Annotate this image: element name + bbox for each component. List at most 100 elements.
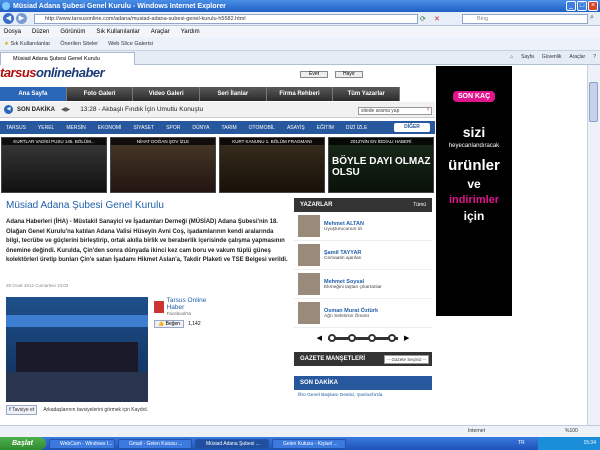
menu-item-file[interactable]: Dosya <box>4 29 21 35</box>
refresh-icon[interactable]: ⟳ <box>420 15 426 23</box>
ad-line2: heyecanlandıracak <box>448 143 500 149</box>
more-categories-button[interactable]: DİĞER <box>394 123 430 132</box>
task-ie-active[interactable]: Müsiad Adana Şubesi ... <box>195 438 269 449</box>
nav-photo-gallery[interactable]: Foto Galeri <box>67 87 134 101</box>
close-button[interactable]: × <box>588 1 598 11</box>
system-tray: TR 15:34 <box>518 437 600 450</box>
cat-spor[interactable]: SPOR <box>160 125 186 131</box>
search-icon[interactable]: ⌕ <box>590 14 594 22</box>
ticker-text[interactable]: 13:28 - Akbaşlı Fındık İçin Umutlu Konuş… <box>80 106 203 113</box>
menu-item-help[interactable]: Yardım <box>181 29 200 35</box>
webslice-gallery-link[interactable]: Web Slice Galerisi <box>108 41 153 47</box>
cat-yerel[interactable]: YEREL <box>32 125 60 131</box>
author-item[interactable]: Mehmet ALTAN Uyuşturucunun izi <box>294 212 432 241</box>
author-pager[interactable]: ◀ ▶ <box>294 328 432 348</box>
language-indicator[interactable]: TR <box>518 437 525 450</box>
zoom-level[interactable]: %100 <box>565 426 578 437</box>
task-gmail[interactable]: Gmail - Gelen Kutusu ... <box>118 438 192 449</box>
fb-like-button[interactable]: 👍 Beğen <box>154 320 185 328</box>
author-name: Şamil TAYYAR <box>324 249 362 256</box>
author-item[interactable]: Şamil TAYYAR Cemaatin ajanları <box>294 241 432 270</box>
cat-dizi[interactable]: DİZİ İZLE <box>340 125 373 131</box>
video-thumb-1[interactable]: KURTLAR VADİSİ PUSU 145. BÖLÜM... <box>1 137 107 193</box>
manset-select[interactable]: -- Gazete Seçiniz -- <box>384 355 429 364</box>
nav-directory[interactable]: Firma Rehberi <box>267 87 334 101</box>
command-safety[interactable]: Güvenlik <box>542 54 561 60</box>
video-thumb-2[interactable]: NİHAT DOĞAN ŞOV İZLE <box>110 137 216 193</box>
cat-siyaset[interactable]: SİYASET <box>127 125 160 131</box>
home-icon[interactable]: ⌂ <box>510 54 513 60</box>
start-button[interactable]: Başlat <box>0 437 46 450</box>
pager-prev-icon[interactable]: ◀ <box>317 334 322 342</box>
ad-line1: sizi <box>462 124 486 140</box>
nav-all-authors[interactable]: Tüm Yazarlar <box>333 87 401 101</box>
task-webcam[interactable]: WebCam - Windows I... <box>49 438 115 449</box>
recommend-signup-text: Arkadaşlarının tavsiyelerini görmek için… <box>43 407 148 413</box>
task-inbox[interactable]: Gelen Kutusu - Kişisel ... <box>272 438 346 449</box>
cat-dunya[interactable]: DÜNYA <box>186 125 215 131</box>
address-bar: ◀ ▶ http://www.tarsusonline.com/adana/mu… <box>0 12 600 26</box>
author-item[interactable]: Osman Murat Öztürk Ağrı Sektörün Önünü <box>294 299 432 328</box>
ticker-arrow-icon[interactable]: ◀ <box>4 105 13 114</box>
status-zone: Internet <box>468 428 485 434</box>
cat-egitim[interactable]: EĞİTİM <box>311 125 340 131</box>
fb-page-name[interactable]: Tarsus Online Haber <box>167 297 214 311</box>
command-page[interactable]: Sayfa <box>521 54 534 60</box>
author-desc: Ekmeğini taştan çıkartanlar <box>324 284 382 290</box>
forward-button[interactable]: ▶ <box>16 13 27 24</box>
menu-item-tools[interactable]: Araçlar <box>151 29 170 35</box>
popup-no-button[interactable]: Hayır <box>335 71 363 78</box>
url-input[interactable]: http://www.tarsusonline.com/adana/musiad… <box>34 14 418 24</box>
maximize-button[interactable]: □ <box>577 1 587 11</box>
sidebar-all-link[interactable]: Tümü <box>413 198 426 212</box>
tab-active[interactable]: Müsiad Adana Şubesi Genel Kurulu <box>0 52 135 65</box>
pager-next-icon[interactable]: ▶ <box>404 334 409 342</box>
scrollbar-thumb[interactable] <box>589 82 598 122</box>
ad-brand: SON KAÇ <box>452 91 496 102</box>
site-search-icon[interactable]: › <box>427 107 429 113</box>
search-input[interactable]: Bing <box>462 14 588 24</box>
sondakika-item[interactable]: İlho Genel Başkanı Destici, Şanlıurfa'da <box>294 393 432 398</box>
clock[interactable]: 15:34 <box>583 440 596 446</box>
site-logo[interactable]: tarsusonlinehaber <box>0 65 105 80</box>
video-thumb-3[interactable]: KURT KANUNU 1. BÖLÜM FRAGMANI <box>219 137 325 193</box>
author-desc: Ağrı Sektörün Önünü <box>324 313 370 319</box>
author-avatar <box>298 215 320 237</box>
stop-icon[interactable]: ✕ <box>434 15 440 23</box>
nav-classifieds[interactable]: Seri İlanlar <box>200 87 267 101</box>
ie-icon <box>2 2 10 10</box>
cat-otomobil[interactable]: OTOMOBİL <box>243 125 281 131</box>
recommend-button[interactable]: f Tavsiye et <box>6 405 38 415</box>
cat-tarim[interactable]: TARIM <box>215 125 242 131</box>
cat-ekonomi[interactable]: EKONOMİ <box>92 125 128 131</box>
minimize-button[interactable]: _ <box>566 1 576 11</box>
article-title: Müsiad Adana Şubesi Genel Kurulu <box>6 200 164 211</box>
favorites-button[interactable]: ★ Sık Kullanılanlar <box>4 41 50 47</box>
cat-mersin[interactable]: MERSİN <box>60 125 91 131</box>
nav-video-gallery[interactable]: Video Galeri <box>133 87 201 101</box>
command-tools[interactable]: Araçlar <box>569 54 585 60</box>
ad-line3: ürünler <box>448 157 500 174</box>
fb-page-avatar <box>154 300 164 313</box>
video-thumb-4-overlay-text: BÖYLE DAYI OLMAZ OLSU <box>332 156 431 178</box>
window-controls: _ □ × <box>566 1 598 11</box>
back-button[interactable]: ◀ <box>3 13 14 24</box>
author-item[interactable]: Mehmet Soysal Ekmeğini taştan çıkartanlar <box>294 270 432 299</box>
menu-item-edit[interactable]: Düzen <box>32 29 49 35</box>
window-titlebar[interactable]: Müsiad Adana Şubesi Genel Kurulu - Windo… <box>0 0 600 12</box>
nav-home[interactable]: Ana Sayfa <box>0 87 67 101</box>
ad-line6: için <box>463 209 485 223</box>
author-avatar <box>298 302 320 324</box>
suggested-sites-link[interactable]: Önerilen Siteler <box>60 41 98 47</box>
popup-yes-button[interactable]: Evet <box>300 71 328 78</box>
site-search-input[interactable]: sitede arama yap <box>358 107 432 115</box>
status-bar: Internet %100 <box>0 425 600 437</box>
menu-item-view[interactable]: Görünüm <box>60 29 85 35</box>
cat-asayis[interactable]: ASAYİŞ <box>281 125 311 131</box>
cat-tarsus[interactable]: TARSUS <box>0 125 32 131</box>
ad-banner[interactable]: SON KAÇ sizi heyecanlandıracak ürünler v… <box>436 66 512 316</box>
facebook-icon: f <box>9 407 11 413</box>
menu-item-favorites[interactable]: Sık Kullanılanlar <box>96 29 139 35</box>
ticker-nav-icon[interactable]: ◀▶ <box>61 106 70 113</box>
help-icon[interactable]: ? <box>593 54 596 60</box>
